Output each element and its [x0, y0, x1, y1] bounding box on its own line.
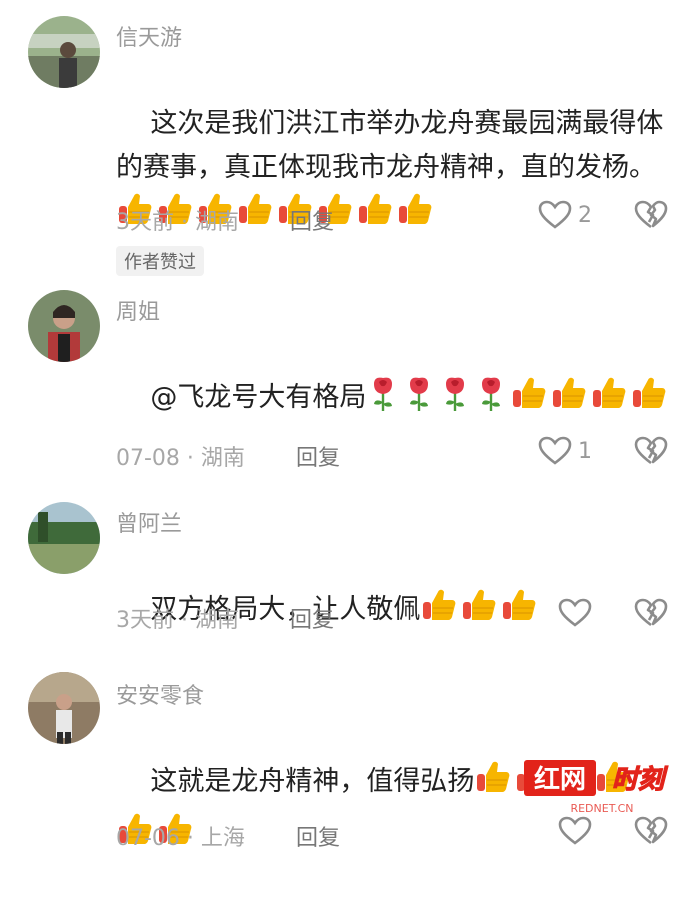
thumbs-up-icon — [356, 190, 394, 242]
thumbs-up-icon — [420, 586, 458, 638]
heart-icon — [558, 598, 592, 627]
thumbs-up-icon — [396, 190, 434, 242]
comment-meta: 3天前 · 湖南 — [116, 608, 239, 633]
thumbs-up-icon — [474, 758, 512, 810]
thumbs-up-icon — [590, 374, 628, 426]
avatar[interactable] — [28, 502, 100, 574]
reply-button[interactable]: 回复 — [290, 602, 334, 634]
watermark-site: REDNET.CN — [570, 802, 633, 815]
rose-icon — [402, 374, 436, 426]
comment-author[interactable]: 周姐 — [116, 294, 160, 326]
watermark-brand-right: 时刻 — [612, 765, 669, 795]
emoji-row — [420, 589, 540, 625]
comment-meta: 07-08 · 湖南 — [116, 446, 245, 471]
avatar[interactable] — [28, 16, 100, 88]
like-button[interactable] — [558, 816, 592, 846]
avatar[interactable] — [28, 672, 100, 744]
comment-body: 这就是龙舟精神，值得弘扬 — [150, 766, 475, 797]
heart-icon — [558, 816, 592, 845]
broken-heart-icon — [634, 816, 668, 845]
dislike-button[interactable] — [634, 816, 668, 850]
like-button[interactable]: 1 — [538, 436, 592, 466]
comment-item: 曾阿兰 双方格局大，让人敬佩 3天前 · 湖南 回复 — [0, 490, 700, 660]
heart-icon — [538, 436, 572, 465]
comment-author[interactable]: 曾阿兰 — [116, 506, 182, 538]
like-count: 1 — [578, 438, 592, 464]
dislike-button[interactable] — [634, 200, 668, 234]
rose-icon — [474, 374, 508, 426]
thumbs-up-icon — [550, 374, 588, 426]
comment-meta: 3天前 · 湖南 — [116, 210, 239, 235]
dislike-button[interactable] — [634, 598, 668, 632]
rednet-watermark-logo: 红网 时刻 REDNET.CN — [522, 756, 682, 818]
watermark-brand-left: 红网 — [534, 764, 586, 795]
broken-heart-icon — [634, 200, 668, 229]
comment-author[interactable]: 安安零食 — [116, 678, 204, 710]
dislike-button[interactable] — [634, 436, 668, 470]
reply-button[interactable]: 回复 — [290, 204, 334, 236]
comment-item: 周姐 @飞龙号大有格局 07-08 · 湖南 回复 1 — [0, 280, 700, 490]
rose-icon — [366, 374, 400, 426]
author-liked-badge: 作者赞过 — [116, 246, 204, 276]
thumbs-up-icon — [500, 586, 538, 638]
comment-item: 信天游 这次是我们洪江市举办龙舟赛最园满最得体的赛事，真正体现我市龙舟精神，直的… — [0, 0, 700, 280]
comment-author[interactable]: 信天游 — [116, 20, 182, 52]
thumbs-up-icon — [510, 374, 548, 426]
broken-heart-icon — [634, 598, 668, 627]
like-button[interactable]: 2 — [538, 200, 592, 230]
broken-heart-icon — [634, 436, 668, 465]
comment-body: 这次是我们洪江市举办龙舟赛最园满最得体的赛事，真正体现我市龙舟精神，直的发杨。 — [116, 108, 664, 183]
comment-meta: 07-06 · 上海 — [116, 826, 245, 851]
avatar[interactable] — [28, 290, 100, 362]
thumbs-up-icon — [630, 374, 668, 426]
emoji-row — [366, 377, 670, 413]
like-count: 2 — [578, 202, 592, 228]
reply-button[interactable]: 回复 — [296, 440, 340, 472]
reply-button[interactable]: 回复 — [296, 820, 340, 852]
thumbs-up-icon — [236, 190, 274, 242]
rose-icon — [438, 374, 472, 426]
comment-body: @飞龙号大有格局 — [150, 382, 367, 413]
heart-icon — [538, 200, 572, 229]
thumbs-up-icon — [460, 586, 498, 638]
like-button[interactable] — [558, 598, 592, 628]
